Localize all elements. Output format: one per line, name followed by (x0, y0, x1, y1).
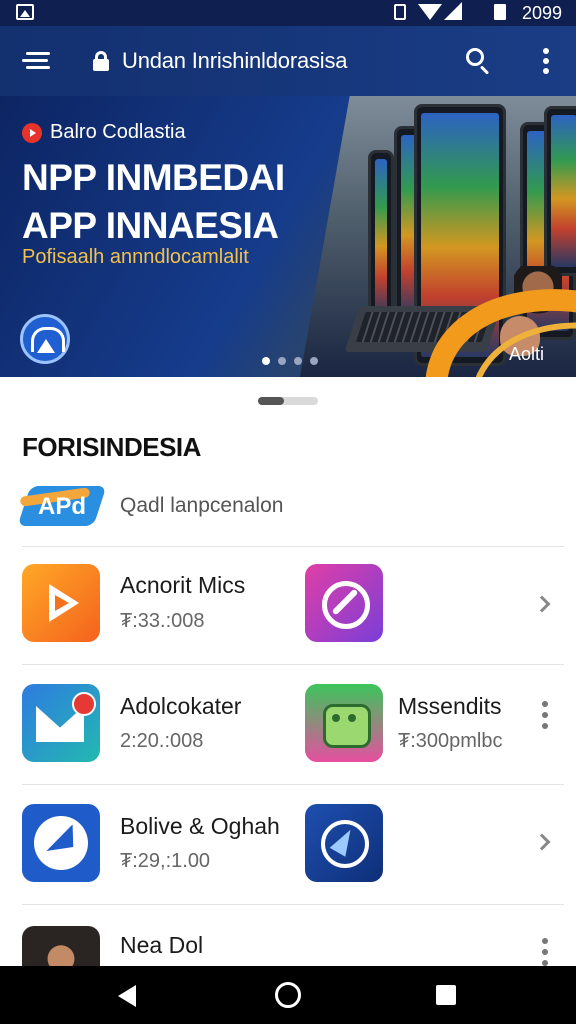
apd-logo-text: APd (38, 493, 86, 520)
carousel-dot[interactable] (294, 357, 302, 365)
gallery-notification-icon (16, 4, 34, 20)
recents-icon[interactable] (436, 985, 456, 1005)
lock-icon (92, 51, 110, 71)
carousel-dot[interactable] (310, 357, 318, 365)
app-name[interactable]: Bolive & Oghah (120, 813, 280, 840)
brand-label: Qadl lanpcenalon (120, 494, 284, 517)
play-icon[interactable] (22, 564, 100, 642)
divider (22, 546, 564, 547)
app-price: 2:20.:008 (120, 730, 204, 752)
robot-icon[interactable] (305, 684, 383, 762)
promo-banner[interactable]: Balro Codlastia NPP INMBEDAI APP INNAESI… (0, 96, 576, 377)
mail-icon[interactable] (22, 684, 100, 762)
phone-image (544, 106, 576, 276)
play-badge-icon (22, 123, 42, 143)
signal-icon (444, 2, 462, 20)
more-options-icon[interactable] (536, 46, 556, 76)
carousel-dot[interactable] (262, 357, 270, 365)
search-icon[interactable] (464, 46, 492, 75)
banner-action-link[interactable]: Aolti (509, 344, 544, 365)
back-icon[interactable] (118, 985, 136, 1007)
status-bar: 2099 (0, 0, 576, 26)
more-vert-icon[interactable] (541, 701, 549, 729)
app-name[interactable]: Nea Dol (120, 932, 203, 959)
divider (22, 904, 564, 905)
app-price: ₮:300pmlbc (398, 730, 503, 752)
divider (22, 664, 564, 665)
url-title[interactable]: Undan Inrishinldorasisa (122, 48, 348, 74)
app-name[interactable]: Adolcokater (120, 693, 241, 720)
app-price: ₮:33.:008 (120, 610, 205, 632)
home-icon[interactable] (275, 982, 301, 1008)
system-nav-bar (0, 966, 576, 1024)
banner-title: NPP INMBEDAI APP INNAESIA (22, 157, 285, 246)
plane-icon[interactable] (22, 804, 100, 882)
compass-icon[interactable] (305, 564, 383, 642)
divider (22, 784, 564, 785)
app-bar: Undan Inrishinldorasisa (0, 26, 576, 96)
menu-icon[interactable] (20, 48, 52, 74)
phone-image (368, 150, 394, 326)
chevron-right-icon[interactable] (533, 833, 551, 851)
brand-logo-icon (20, 314, 70, 364)
status-time: 2099 (521, 3, 562, 23)
more-vert-icon[interactable] (541, 938, 549, 966)
carousel-indicator[interactable] (262, 352, 326, 365)
battery-icon (494, 4, 506, 20)
app-name[interactable]: Acnorit Mics (120, 572, 245, 599)
navigation-icon[interactable] (305, 804, 383, 882)
drag-handle[interactable] (258, 397, 318, 405)
wifi-icon (418, 4, 442, 20)
section-title: FORISINDESIA (22, 432, 201, 462)
app-name[interactable]: Mssendits (398, 693, 502, 720)
banner-subtitle: Pofisaalh annndlocamlalit (22, 246, 249, 268)
vibrate-icon (394, 4, 406, 20)
banner-kicker: Balro Codlastia (50, 121, 186, 143)
chevron-right-icon[interactable] (533, 595, 551, 613)
carousel-dot[interactable] (278, 357, 286, 365)
apd-logo: APd (17, 486, 107, 526)
app-price: ₮:29,:1.00 (120, 850, 211, 872)
